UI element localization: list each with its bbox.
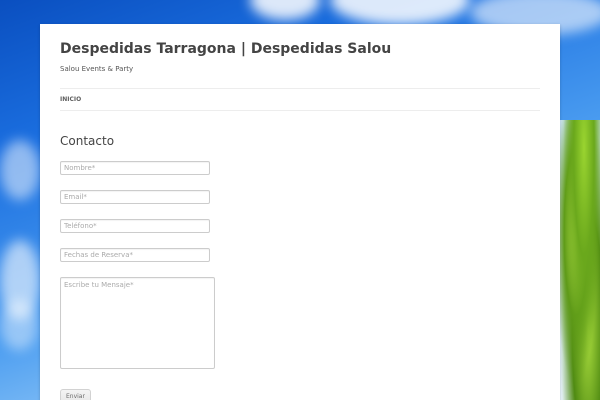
enviar-button[interactable]: Enviar <box>60 389 91 400</box>
telefono-input[interactable] <box>60 219 210 233</box>
page-title: Contacto <box>60 134 115 148</box>
cloud <box>250 0 320 20</box>
cloud <box>0 140 40 200</box>
nombre-input[interactable] <box>60 161 210 175</box>
cloud <box>0 300 38 350</box>
main-content: Contacto Enviar <box>40 111 560 400</box>
palm-tree-image <box>560 120 600 400</box>
site-title[interactable]: Despedidas Tarragona | Despedidas Salou <box>60 40 540 58</box>
site-tagline: Salou Events & Party <box>60 65 134 73</box>
mensaje-textarea[interactable] <box>60 277 215 369</box>
main-navigation: INICIO <box>60 88 540 111</box>
site-header: Despedidas Tarragona | Despedidas Salou … <box>40 24 560 74</box>
page-container: Despedidas Tarragona | Despedidas Salou … <box>40 24 560 400</box>
nav-item-inicio[interactable]: INICIO <box>60 96 81 103</box>
cloud <box>330 0 470 25</box>
contact-form: Enviar <box>60 161 540 400</box>
email-input[interactable] <box>60 190 210 204</box>
fechas-reserva-input[interactable] <box>60 248 210 262</box>
